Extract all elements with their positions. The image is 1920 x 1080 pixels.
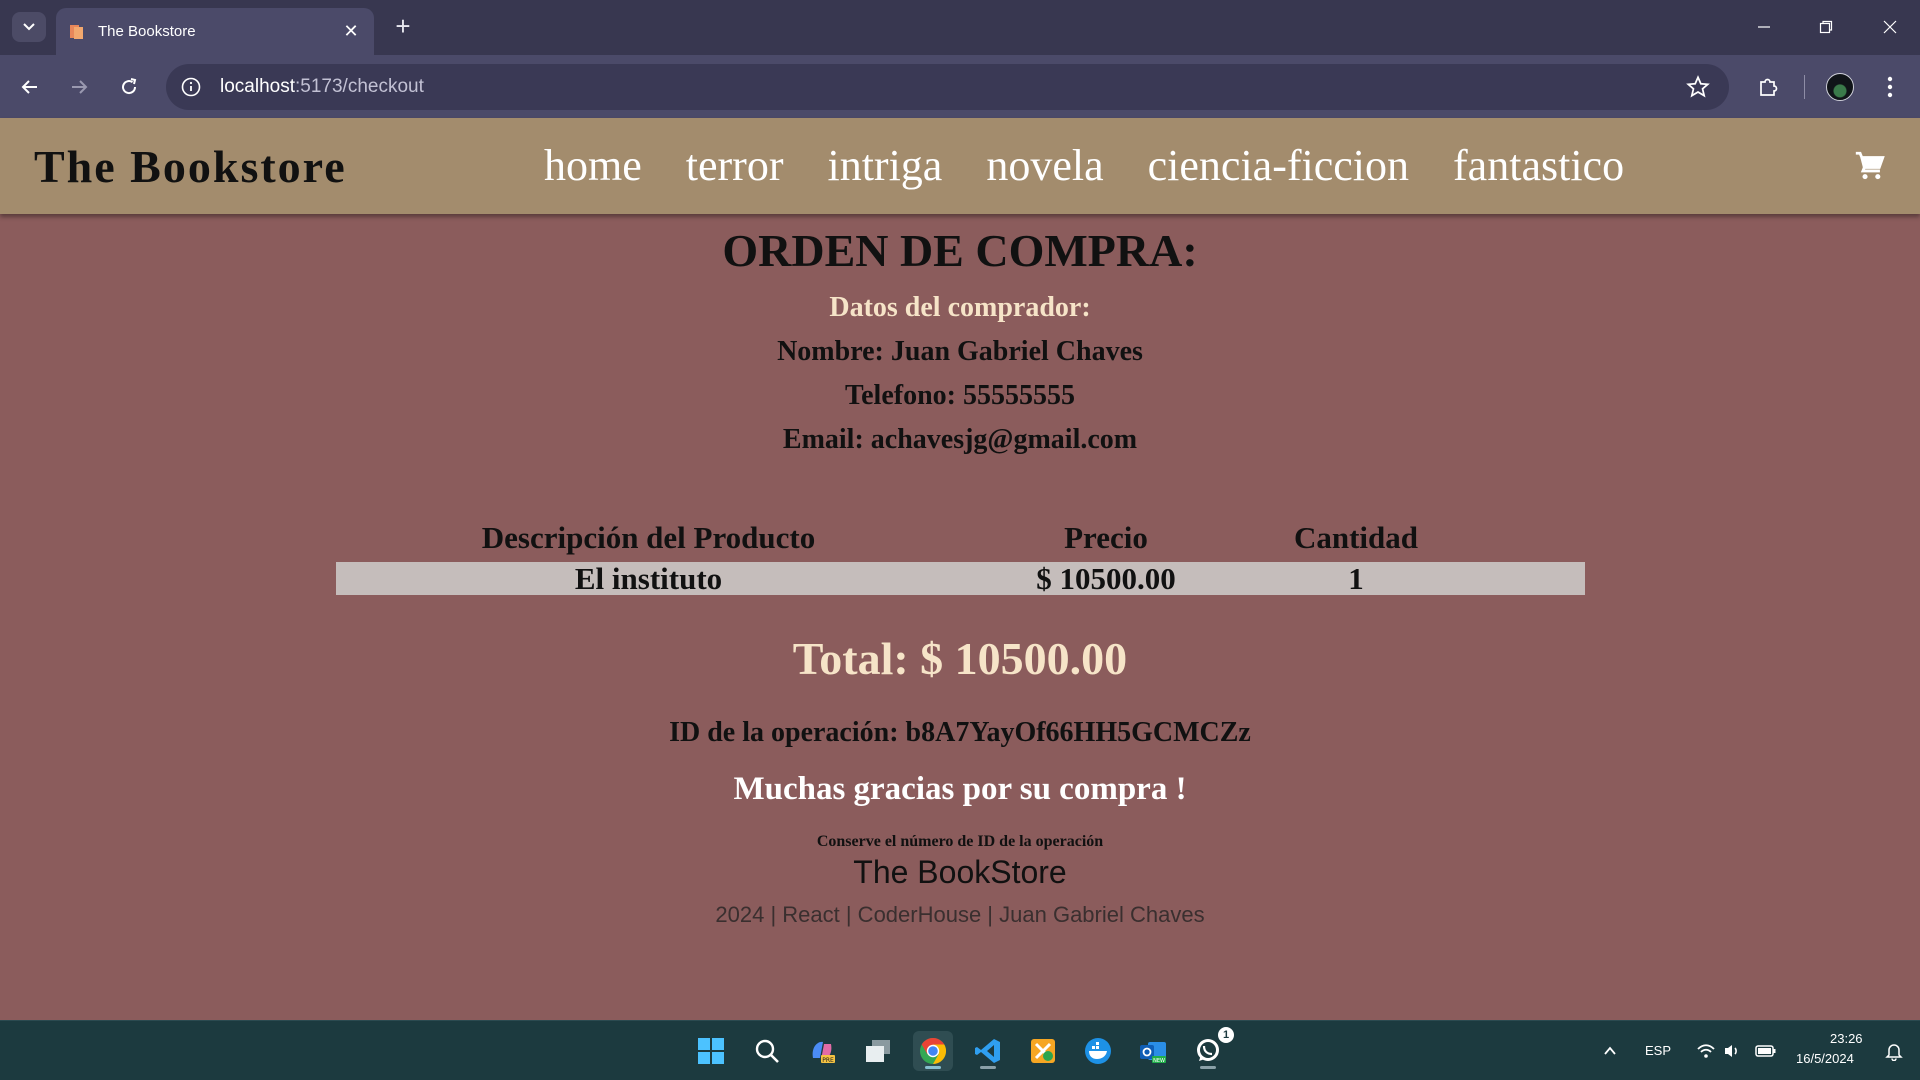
- product-price: $ 10500.00: [1036, 561, 1176, 596]
- tab-title: The Bookstore: [98, 23, 196, 40]
- site-brand[interactable]: The Bookstore: [34, 140, 347, 193]
- open-app-indicator: [1200, 1066, 1216, 1069]
- more-vertical-icon: [1887, 76, 1893, 98]
- nav-intriga[interactable]: intriga: [827, 140, 942, 191]
- tab-search-button[interactable]: [12, 12, 46, 42]
- table-row: El instituto $ 10500.00 1: [336, 562, 1585, 595]
- notification-badge: 1: [1218, 1027, 1234, 1043]
- nav-terror[interactable]: terror: [686, 140, 784, 191]
- chevron-down-icon: [23, 23, 35, 31]
- thank-you-message: Muchas gracias por su compra !: [733, 771, 1187, 807]
- site-info-icon[interactable]: [178, 74, 204, 100]
- docker-icon[interactable]: [1078, 1031, 1118, 1071]
- copilot-icon[interactable]: PRE: [802, 1031, 842, 1071]
- puzzle-icon: [1760, 78, 1778, 96]
- clock-time[interactable]: 23:26: [1830, 1031, 1863, 1046]
- minimize-button[interactable]: [1744, 12, 1784, 42]
- back-button[interactable]: [13, 70, 47, 104]
- nav-fantastico[interactable]: fantastico: [1453, 140, 1624, 191]
- shopping-cart-icon[interactable]: [1853, 149, 1887, 183]
- table-header-row: Descripción del Producto Precio Cantidad: [336, 514, 1585, 562]
- whatsapp-icon[interactable]: 1: [1188, 1027, 1234, 1071]
- task-view-icon[interactable]: [858, 1031, 898, 1071]
- keep-id-note: Conserve el número de ID de la operación: [816, 833, 1104, 850]
- show-hidden-icons-icon[interactable]: [1590, 1031, 1630, 1071]
- reload-button[interactable]: [112, 70, 146, 104]
- url-path: :5173/checkout: [295, 76, 424, 97]
- close-icon: [1883, 20, 1897, 34]
- battery-icon[interactable]: [1746, 1031, 1786, 1071]
- checkout-main: ORDEN DE COMPRA: Datos del comprador: No…: [0, 214, 1920, 1020]
- reload-icon: [122, 78, 137, 95]
- windows-start-icon[interactable]: [691, 1031, 731, 1071]
- close-window-button[interactable]: [1870, 12, 1910, 42]
- browser-menu-button[interactable]: [1872, 69, 1908, 105]
- url-host: localhost: [220, 76, 295, 97]
- forward-button[interactable]: [62, 70, 96, 104]
- restore-button[interactable]: [1806, 12, 1846, 42]
- vscode-icon[interactable]: [968, 1031, 1008, 1071]
- product-quantity: 1: [1348, 561, 1364, 596]
- new-tab-button[interactable]: +: [388, 12, 418, 42]
- restore-icon: [1819, 20, 1833, 34]
- notification-bell-icon[interactable]: [1874, 1031, 1914, 1071]
- header-price: Precio: [1064, 520, 1148, 555]
- svg-text:NEW: NEW: [1153, 1058, 1165, 1064]
- browser-tab[interactable]: The Bookstore ✕: [56, 8, 374, 55]
- book-favicon-icon: [68, 23, 86, 41]
- site-header: The Bookstore home terror intriga novela…: [0, 118, 1920, 214]
- chrome-icon[interactable]: [913, 1031, 953, 1071]
- browser-titlebar: The Bookstore ✕ +: [0, 0, 1920, 55]
- language-indicator[interactable]: ESP: [1645, 1043, 1671, 1058]
- tab-close-icon[interactable]: ✕: [340, 21, 362, 42]
- address-bar[interactable]: localhost:5173/checkout: [166, 64, 1729, 110]
- windows-taskbar: PRE NEW 1 ESP 23:26 16/5/2024: [0, 1020, 1920, 1080]
- minimize-icon: [1758, 26, 1770, 28]
- buyer-email: Email: achavesjg@gmail.com: [782, 424, 1138, 455]
- outlook-icon[interactable]: NEW: [1133, 1031, 1173, 1071]
- order-table: Descripción del Producto Precio Cantidad…: [336, 514, 1585, 595]
- arrow-left-icon: [21, 80, 37, 94]
- buyer-phone: Telefono: 55555555: [845, 380, 1075, 411]
- svg-text:PRE: PRE: [822, 1057, 834, 1064]
- footer-brand: The BookStore: [853, 854, 1067, 890]
- xampp-icon[interactable]: [1023, 1031, 1063, 1071]
- product-description: El instituto: [574, 561, 723, 596]
- clock-date[interactable]: 16/5/2024: [1796, 1051, 1854, 1066]
- toolbar-divider: [1804, 75, 1805, 99]
- profile-button[interactable]: [1822, 69, 1858, 105]
- nav-novela[interactable]: novela: [986, 140, 1103, 191]
- arrow-right-icon: [72, 80, 88, 94]
- bookmark-star-icon[interactable]: [1685, 74, 1711, 100]
- category-nav: home terror intriga novela ciencia-ficci…: [544, 140, 1624, 191]
- buyer-heading: Datos del comprador:: [829, 292, 1091, 323]
- active-app-indicator: [925, 1066, 941, 1069]
- header-quantity: Cantidad: [1293, 520, 1419, 555]
- header-description: Descripción del Producto: [481, 520, 816, 555]
- nav-home[interactable]: home: [544, 140, 642, 191]
- order-total: Total: $ 10500.00: [792, 633, 1128, 684]
- footer-credits: 2024 | React | CoderHouse | Juan Gabriel…: [715, 902, 1205, 927]
- buyer-name: Nombre: Juan Gabriel Chaves: [777, 336, 1143, 367]
- browser-toolbar: localhost:5173/checkout: [0, 55, 1920, 118]
- open-app-indicator: [980, 1066, 996, 1069]
- nav-ciencia-ficcion[interactable]: ciencia-ficcion: [1148, 140, 1409, 191]
- avatar: [1826, 73, 1854, 101]
- page-title: ORDEN DE COMPRA:: [722, 225, 1198, 276]
- extensions-button[interactable]: [1750, 69, 1786, 105]
- operation-id: ID de la operación: b8A7YayOf66HH5GCMCZz: [669, 717, 1251, 748]
- search-icon[interactable]: [747, 1031, 787, 1071]
